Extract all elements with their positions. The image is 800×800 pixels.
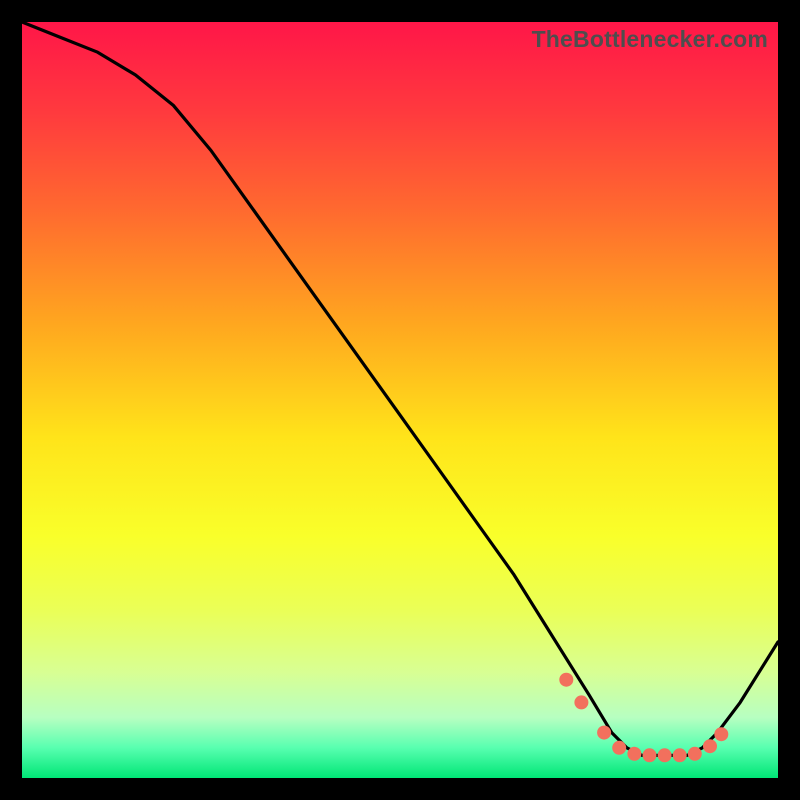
chart-frame: TheBottlenecker.com — [0, 0, 800, 800]
marker-dot — [627, 747, 641, 761]
marker-dot — [673, 748, 687, 762]
plot-area: TheBottlenecker.com — [22, 22, 778, 778]
marker-dot — [714, 727, 728, 741]
marker-dot — [559, 673, 573, 687]
marker-dot — [574, 695, 588, 709]
bottleneck-curve — [22, 22, 778, 755]
marker-dot — [688, 747, 702, 761]
marker-dot — [658, 748, 672, 762]
chart-svg — [22, 22, 778, 778]
marker-dot — [612, 741, 626, 755]
marker-dot — [703, 739, 717, 753]
marker-dot — [643, 748, 657, 762]
marker-dot — [597, 726, 611, 740]
